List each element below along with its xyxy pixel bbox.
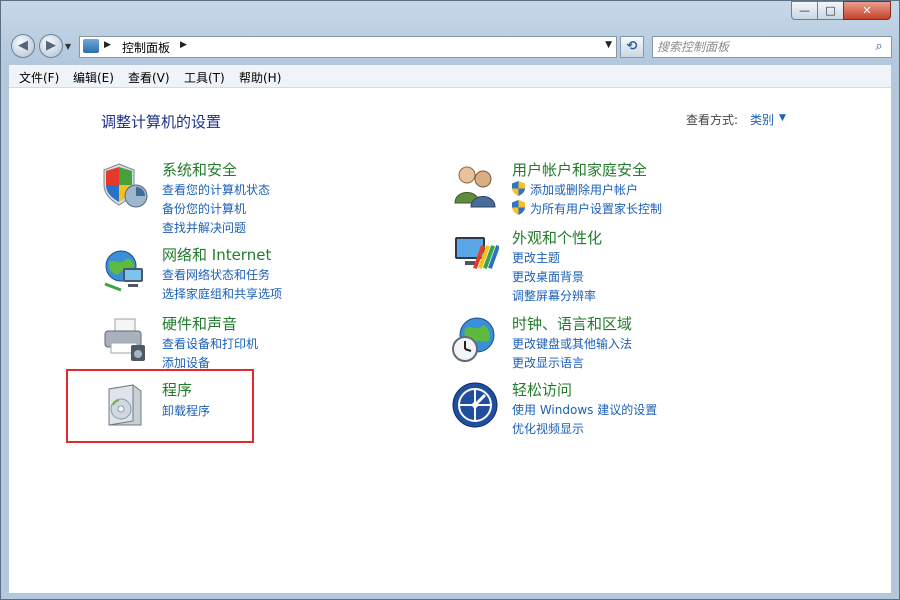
refresh-button[interactable]: ⟲: [620, 36, 644, 58]
link-add-remove-user-accounts[interactable]: 添加或删除用户帐户: [530, 181, 638, 198]
link-find-fix-problems[interactable]: 查找并解决问题: [162, 219, 246, 236]
breadcrumb-control-panel[interactable]: 控制面板: [122, 39, 170, 56]
recent-pages-dropdown-icon[interactable]: ▼: [65, 42, 71, 51]
category-title-network-internet[interactable]: 网络和 Internet: [162, 244, 271, 265]
link-view-devices-printers[interactable]: 查看设备和打印机: [162, 335, 258, 352]
link-backup-computer[interactable]: 备份您的计算机: [162, 200, 246, 217]
title-bar: — □ ✕: [1, 1, 899, 31]
menu-tools[interactable]: 工具(T): [184, 69, 225, 86]
link-homegroup-sharing[interactable]: 选择家庭组和共享选项: [162, 285, 282, 302]
back-button[interactable]: ◀: [11, 34, 35, 58]
category-title-hardware-sound[interactable]: 硬件和声音: [162, 313, 237, 334]
link-view-computer-status[interactable]: 查看您的计算机状态: [162, 181, 270, 198]
address-dropdown-icon[interactable]: ▼: [605, 40, 612, 50]
network-globe-icon[interactable]: [101, 246, 149, 294]
page-title: 调整计算机的设置: [101, 113, 222, 131]
address-bar[interactable]: ▶ 控制面板 ▶ ▼: [79, 36, 617, 58]
category-title-system-security[interactable]: 系统和安全: [162, 159, 237, 180]
link-optimize-visual-display[interactable]: 优化视频显示: [512, 420, 584, 437]
monitor-palette-icon[interactable]: [451, 229, 499, 277]
control-panel-icon: [83, 39, 99, 53]
link-change-theme[interactable]: 更改主题: [512, 249, 560, 266]
link-view-network-status[interactable]: 查看网络状态和任务: [162, 266, 270, 283]
link-adjust-screen-resolution[interactable]: 调整屏幕分辨率: [512, 287, 596, 304]
category-title-user-accounts[interactable]: 用户帐户和家庭安全: [512, 159, 647, 180]
close-button[interactable]: ✕: [843, 1, 891, 20]
category-title-clock-language-region[interactable]: 时钟、语言和区域: [512, 313, 632, 334]
view-by-label: 查看方式:: [686, 113, 739, 127]
menu-help[interactable]: 帮助(H): [239, 69, 281, 86]
view-by-chevron-down-icon[interactable]: ▼: [779, 113, 786, 123]
uac-shield-icon: [512, 181, 525, 196]
shield-clock-icon[interactable]: [101, 161, 149, 209]
globe-clock-icon[interactable]: [451, 315, 499, 363]
search-box[interactable]: ⌕: [652, 36, 892, 58]
link-windows-suggested-settings[interactable]: 使用 Windows 建议的设置: [512, 401, 657, 418]
printer-icon[interactable]: [101, 315, 149, 363]
uac-shield-icon: [512, 200, 525, 215]
highlight-box: [66, 369, 254, 443]
category-title-ease-of-access[interactable]: 轻松访问: [512, 379, 572, 400]
breadcrumb-separator-icon[interactable]: ▶: [104, 40, 111, 50]
menu-bar: 文件(F) 编辑(E) 查看(V) 工具(T) 帮助(H): [9, 65, 891, 88]
menu-edit[interactable]: 编辑(E): [73, 69, 114, 86]
ease-of-access-icon[interactable]: [451, 381, 499, 429]
main-content: 调整计算机的设置 查看方式: 类别 ▼ 系统和安全 查看您的计算机状态 备份您的…: [9, 88, 891, 593]
search-icon[interactable]: ⌕: [871, 39, 887, 55]
search-input[interactable]: [657, 39, 862, 55]
breadcrumb-separator-icon[interactable]: ▶: [180, 40, 187, 50]
link-change-display-language[interactable]: 更改显示语言: [512, 354, 584, 371]
view-by-dropdown[interactable]: 类别: [750, 111, 774, 128]
category-title-appearance[interactable]: 外观和个性化: [512, 227, 602, 248]
control-panel-window: — □ ✕ ◀ ▶ ▼ ▶ 控制面板 ▶ ▼ ⟲ ⌕ 文件(F) 编辑(E) 查…: [0, 0, 900, 600]
menu-file[interactable]: 文件(F): [19, 69, 59, 86]
maximize-button[interactable]: □: [817, 1, 844, 20]
users-icon[interactable]: [451, 161, 499, 209]
minimize-button[interactable]: —: [791, 1, 818, 20]
forward-button[interactable]: ▶: [39, 34, 63, 58]
menu-view[interactable]: 查看(V): [128, 69, 170, 86]
link-change-desktop-background[interactable]: 更改桌面背景: [512, 268, 584, 285]
link-change-input-methods[interactable]: 更改键盘或其他输入法: [512, 335, 632, 352]
link-parental-controls[interactable]: 为所有用户设置家长控制: [530, 200, 662, 217]
